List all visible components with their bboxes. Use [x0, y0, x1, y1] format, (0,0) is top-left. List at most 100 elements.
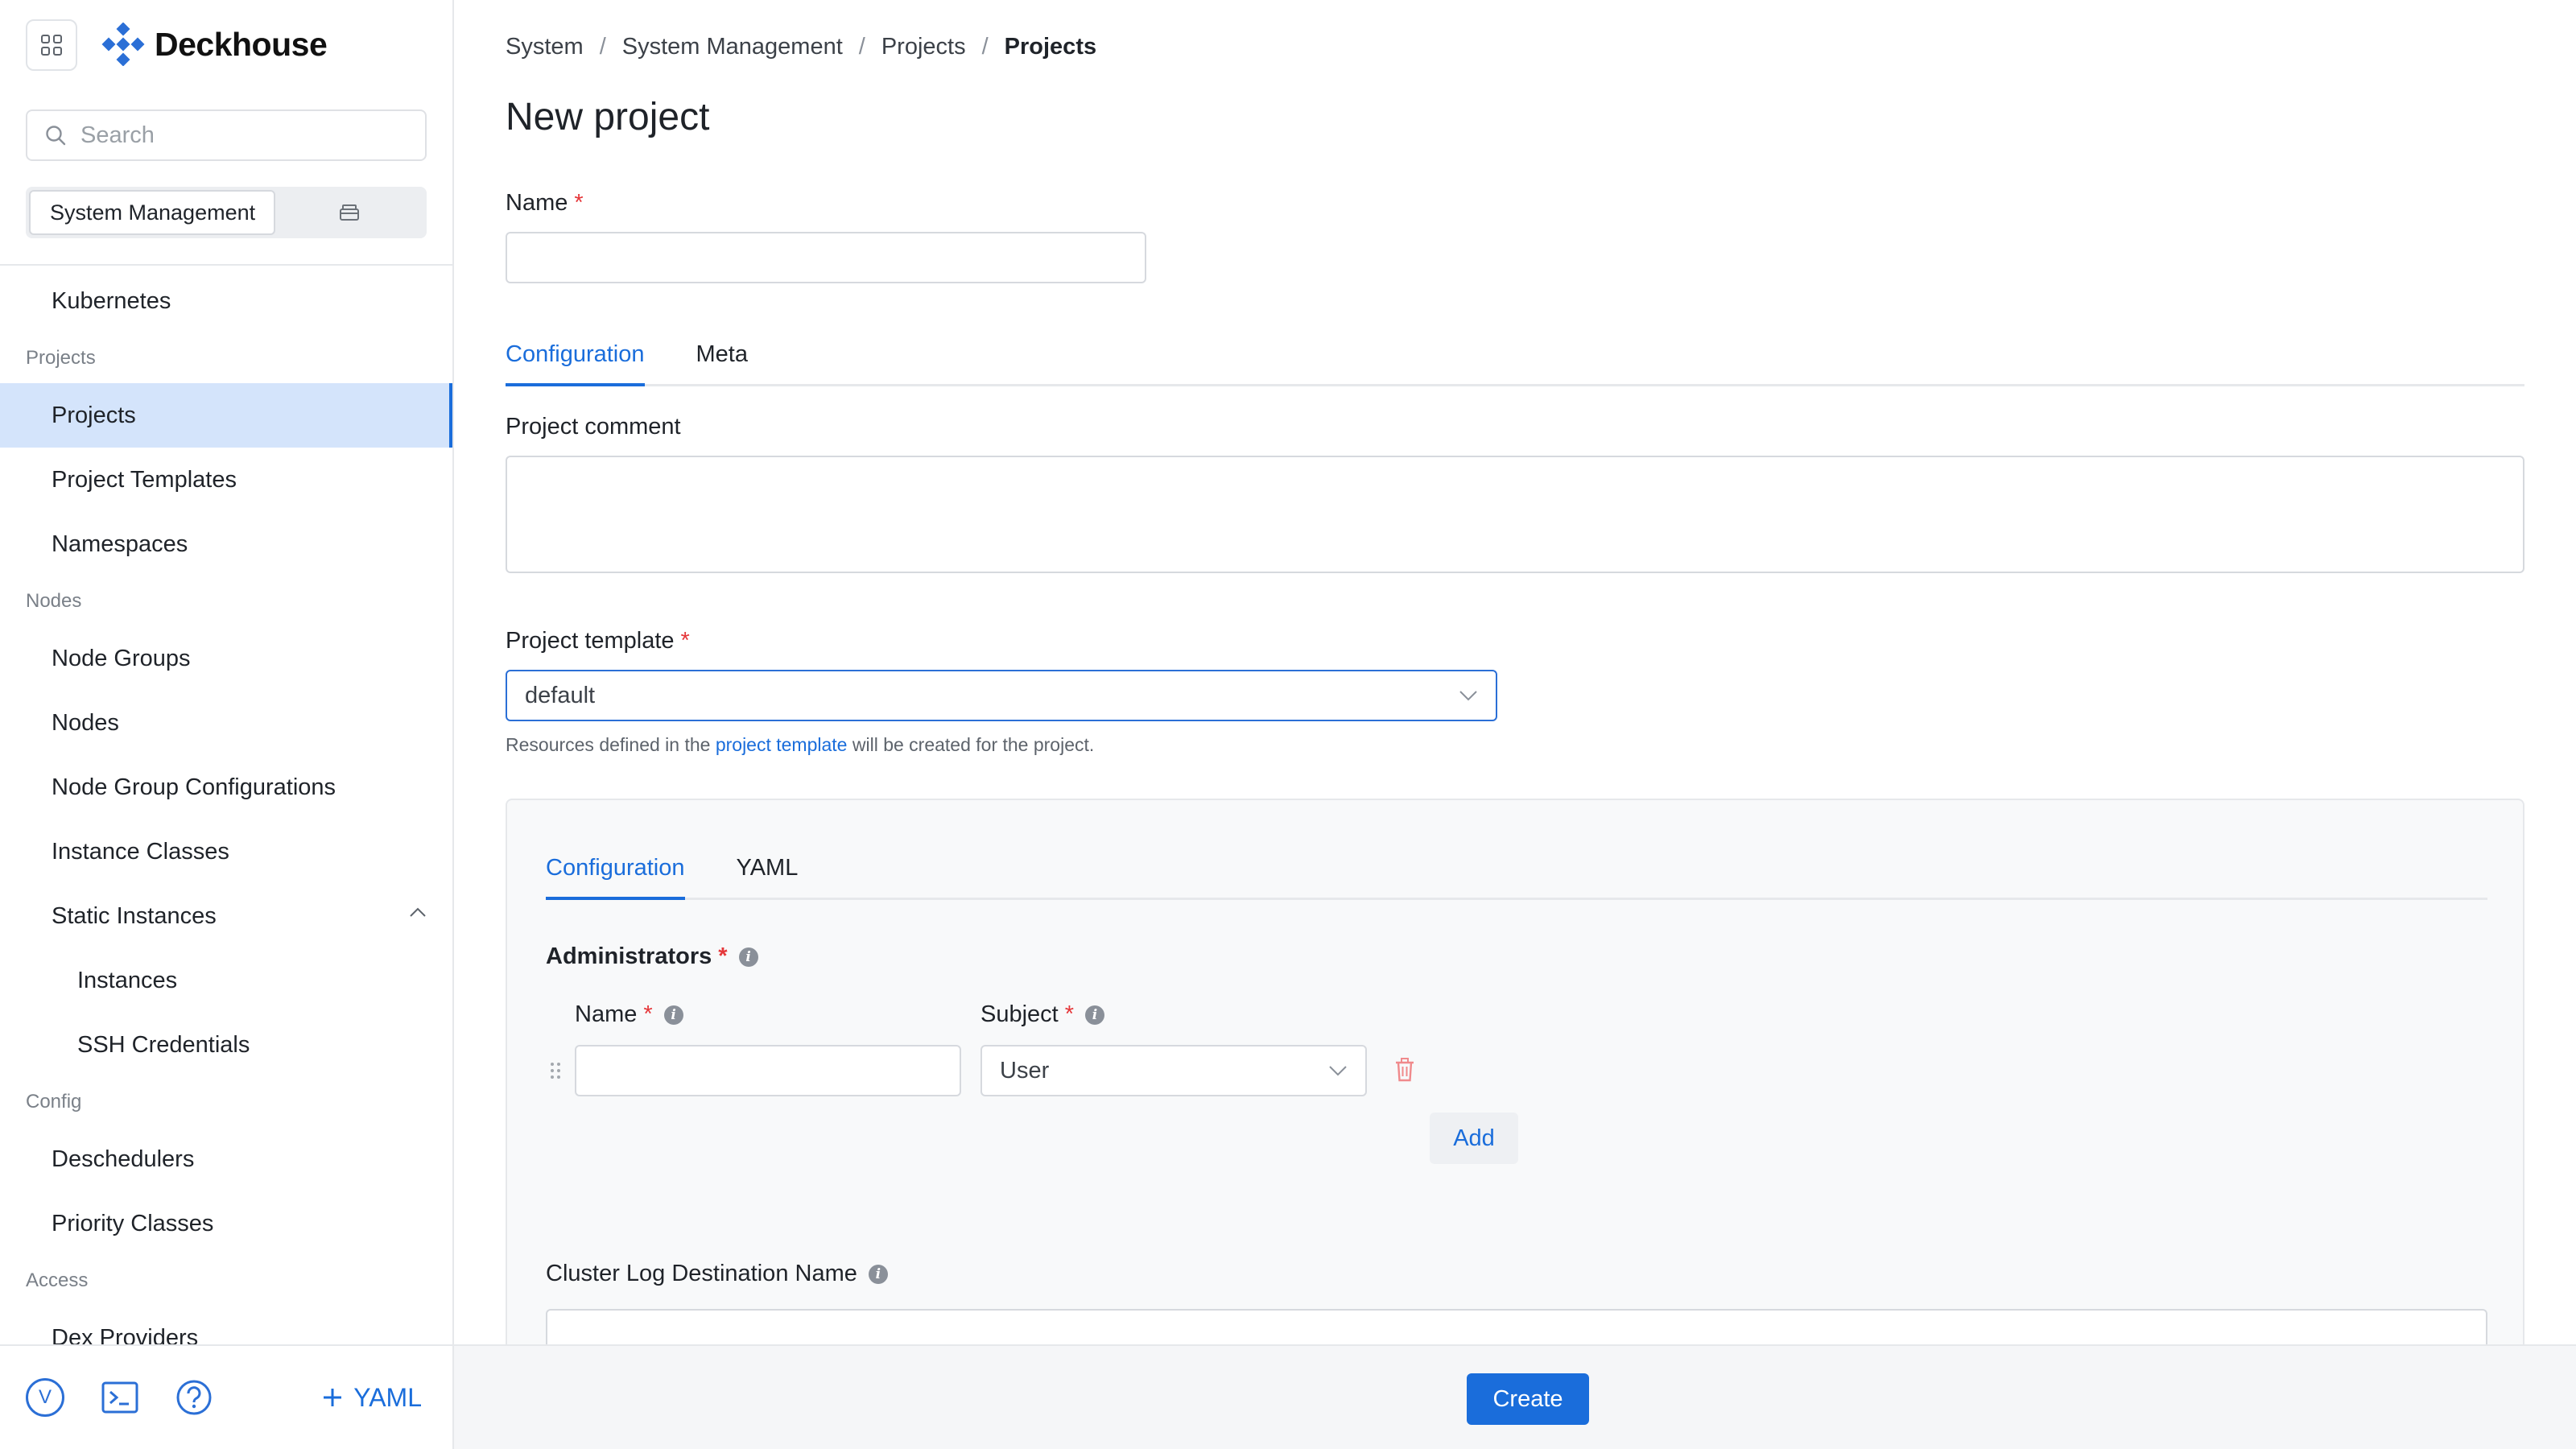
required-marker: * [680, 628, 690, 654]
breadcrumb-system-management[interactable]: System Management [622, 34, 843, 60]
sidebar-item-instance-classes[interactable]: Instance Classes [0, 819, 452, 884]
sidebar-item-label: Instance Classes [52, 838, 229, 865]
sidebar-item-kubernetes[interactable]: Kubernetes [0, 269, 452, 333]
name-input[interactable] [507, 233, 1145, 282]
sidebar-item-label: Instances [77, 967, 178, 993]
sidebar-item-label: Project Templates [52, 466, 237, 493]
admin-subject-select[interactable]: User [980, 1045, 1367, 1096]
project-template-hint: Resources defined in the project templat… [506, 734, 1094, 756]
project-template-value: default [525, 682, 596, 708]
tab-configuration[interactable]: Configuration [506, 341, 645, 386]
project-comment-textarea[interactable] [506, 456, 2524, 573]
sidebar-item-node-groups[interactable]: Node Groups [0, 626, 452, 691]
sidebar-item-ssh-credentials[interactable]: SSH Credentials [0, 1013, 452, 1077]
form-footer: Create [454, 1344, 2576, 1449]
cluster-log-destination-label-text: Cluster Log Destination Name [546, 1261, 857, 1286]
sidebar-group-label: Projects [0, 333, 452, 383]
admin-name-field[interactable] [575, 1045, 961, 1096]
panel-tab-yaml[interactable]: YAML [737, 855, 799, 898]
sidebar-item-label: Projects [52, 402, 136, 428]
sidebar-nav: Kubernetes Projects Projects Project Templa… [0, 269, 452, 1344]
administrators-title: Administrators * i [546, 943, 758, 970]
breadcrumb-separator: / [981, 34, 989, 60]
project-comment-label: Project comment [506, 414, 681, 440]
drag-handle-icon[interactable] [549, 1061, 562, 1080]
page-title: New project [506, 96, 710, 138]
sidebar-item-label: Dex Providers [52, 1324, 199, 1345]
sidebar-item-dex-providers[interactable]: Dex Providers [0, 1306, 452, 1345]
project-template-label-text: Project template [506, 628, 675, 654]
trash-icon[interactable] [1394, 1058, 1415, 1082]
cluster-log-destination-field[interactable] [546, 1309, 2487, 1344]
info-icon[interactable]: i [868, 1264, 888, 1284]
sidebar-group-text: Access [26, 1269, 89, 1291]
apps-menu-button[interactable] [26, 19, 77, 71]
main-content: System / System Management / Projects / … [454, 0, 2576, 1344]
context-system-management[interactable]: System Management [29, 190, 275, 235]
sidebar-item-nodes[interactable]: Nodes [0, 691, 452, 755]
hint-text-after: will be created for the project. [847, 734, 1095, 755]
sidebar-item-project-templates[interactable]: Project Templates [0, 448, 452, 512]
sidebar-group-label: Nodes [0, 576, 452, 626]
sidebar-item-label: Node Groups [52, 645, 191, 671]
sidebar-group-label: Access [0, 1256, 452, 1306]
sidebar-item-projects[interactable]: Projects [0, 383, 452, 448]
search-input[interactable] [80, 122, 402, 149]
sidebar-item-priority-classes[interactable]: Priority Classes [0, 1191, 452, 1256]
admin-subject-value: User [1000, 1057, 1050, 1084]
breadcrumb-current: Projects [1004, 34, 1097, 60]
sidebar-group-text: Nodes [26, 590, 82, 612]
required-marker: * [643, 1001, 653, 1027]
sidebar-group-text: Config [26, 1091, 82, 1113]
sidebar-item-node-group-configurations[interactable]: Node Group Configurations [0, 755, 452, 819]
sidebar-item-label: Deschedulers [52, 1146, 195, 1172]
add-yaml-button[interactable]: YAML [321, 1383, 422, 1413]
help-button[interactable] [175, 1379, 213, 1416]
sidebar-item-label: Node Group Configurations [52, 774, 336, 800]
breadcrumb-separator: / [599, 34, 606, 60]
context-projects[interactable] [275, 190, 423, 235]
sidebar-item-instances[interactable]: Instances [0, 948, 452, 1013]
hint-text-before: Resources defined in the [506, 734, 716, 755]
deckhouse-logo-icon [101, 23, 145, 66]
name-field[interactable] [506, 232, 1146, 283]
sidebar-item-label: Kubernetes [52, 287, 171, 314]
form-tabs: Configuration Meta [506, 341, 2524, 386]
chevron-up-icon[interactable] [409, 906, 427, 918]
sidebar-group-label: Config [0, 1077, 452, 1127]
template-parameters-panel: Configuration YAML Administrators * i Name… [506, 799, 2524, 1344]
panel-tab-configuration[interactable]: Configuration [546, 855, 685, 900]
project-template-select[interactable]: default [506, 670, 1497, 721]
context-switcher: System Management [26, 187, 427, 238]
search-icon [46, 126, 66, 146]
create-button[interactable]: Create [1467, 1373, 1589, 1425]
plus-icon [324, 1389, 342, 1406]
info-icon[interactable]: i [1085, 1005, 1105, 1025]
sidebar-item-deschedulers[interactable]: Deschedulers [0, 1127, 452, 1191]
tab-meta[interactable]: Meta [696, 341, 748, 384]
name-label: Name * [506, 190, 584, 217]
deckhouse-logo[interactable]: Deckhouse [101, 23, 328, 66]
panel-tabs: Configuration YAML [546, 855, 2487, 900]
terminal-button[interactable] [101, 1381, 138, 1414]
sidebar-item-static-instances[interactable]: Static Instances [0, 884, 452, 948]
project-template-label: Project template * [506, 628, 690, 654]
add-administrator-button[interactable]: Add [1430, 1113, 1518, 1164]
breadcrumb-projects[interactable]: Projects [881, 34, 966, 60]
avatar[interactable]: V [26, 1378, 64, 1417]
sidebar-item-label: Nodes [52, 709, 119, 736]
info-icon[interactable]: i [738, 947, 758, 967]
archive-icon [340, 204, 359, 221]
administrators-label: Administrators [546, 943, 712, 969]
admin-name-input[interactable] [576, 1046, 960, 1095]
search-box[interactable] [26, 109, 427, 161]
chevron-down-icon [1329, 1066, 1347, 1076]
sidebar-group-text: Projects [26, 347, 96, 369]
admin-subject-label: Subject [980, 1001, 1059, 1027]
cluster-log-destination-input[interactable] [547, 1311, 2486, 1344]
sidebar-item-namespaces[interactable]: Namespaces [0, 512, 452, 576]
required-marker: * [574, 190, 584, 216]
info-icon[interactable]: i [663, 1005, 683, 1025]
project-template-link[interactable]: project template [716, 734, 848, 755]
breadcrumb-system[interactable]: System [506, 34, 584, 60]
